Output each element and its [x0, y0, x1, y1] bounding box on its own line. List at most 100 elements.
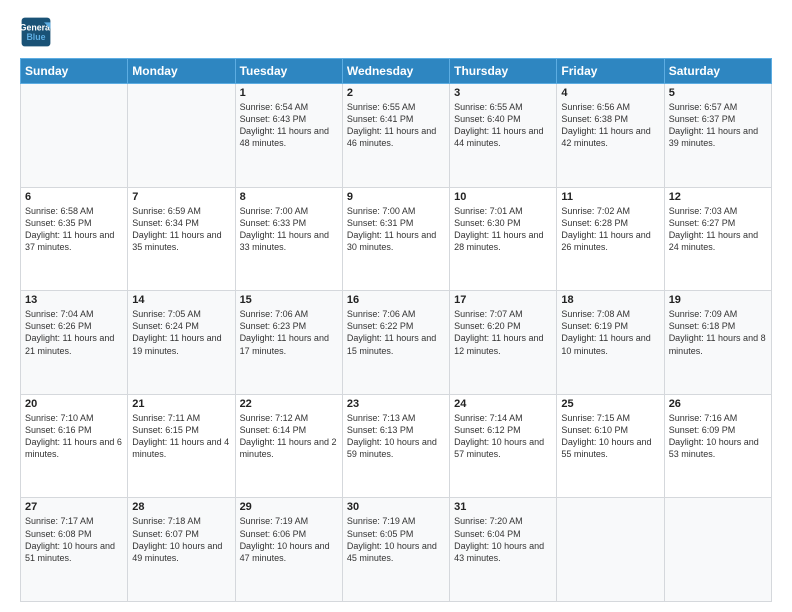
- calendar-cell: [128, 84, 235, 188]
- day-info: Sunrise: 7:20 AM Sunset: 6:04 PM Dayligh…: [454, 515, 552, 564]
- day-number: 31: [454, 501, 552, 513]
- day-of-week-header: Monday: [128, 59, 235, 84]
- calendar-cell: 14 Sunrise: 7:05 AM Sunset: 6:24 PM Dayli…: [128, 291, 235, 395]
- calendar-cell: 31 Sunrise: 7:20 AM Sunset: 6:04 PM Dayli…: [450, 498, 557, 602]
- day-info: Sunrise: 6:59 AM Sunset: 6:34 PM Dayligh…: [132, 205, 230, 254]
- calendar-week-row: 20 Sunrise: 7:10 AM Sunset: 6:16 PM Dayli…: [21, 394, 772, 498]
- calendar-cell: 13 Sunrise: 7:04 AM Sunset: 6:26 PM Dayli…: [21, 291, 128, 395]
- day-of-week-header: Wednesday: [342, 59, 449, 84]
- day-number: 2: [347, 87, 445, 99]
- day-number: 7: [132, 191, 230, 203]
- calendar-cell: 27 Sunrise: 7:17 AM Sunset: 6:08 PM Dayli…: [21, 498, 128, 602]
- day-number: 19: [669, 294, 767, 306]
- day-info: Sunrise: 7:11 AM Sunset: 6:15 PM Dayligh…: [132, 412, 230, 461]
- day-number: 23: [347, 398, 445, 410]
- calendar-cell: 2 Sunrise: 6:55 AM Sunset: 6:41 PM Daylig…: [342, 84, 449, 188]
- calendar-week-row: 1Sunrise: 6:54 AM Sunset: 6:43 PM Daylig…: [21, 84, 772, 188]
- day-number: 27: [25, 501, 123, 513]
- calendar-cell: 9 Sunrise: 7:00 AM Sunset: 6:31 PM Daylig…: [342, 187, 449, 291]
- day-info: Sunrise: 6:55 AM Sunset: 6:41 PM Dayligh…: [347, 101, 445, 150]
- day-number: 5: [669, 87, 767, 99]
- day-info: Sunrise: 6:56 AM Sunset: 6:38 PM Dayligh…: [561, 101, 659, 150]
- day-number: 4: [561, 87, 659, 99]
- day-number: 25: [561, 398, 659, 410]
- page: General Blue SundayMondayTuesdayWednesda…: [0, 0, 792, 612]
- calendar-cell: 29 Sunrise: 7:19 AM Sunset: 6:06 PM Dayli…: [235, 498, 342, 602]
- day-number: 11: [561, 191, 659, 203]
- calendar-week-row: 6 Sunrise: 6:58 AM Sunset: 6:35 PM Daylig…: [21, 187, 772, 291]
- calendar-cell: 7 Sunrise: 6:59 AM Sunset: 6:34 PM Daylig…: [128, 187, 235, 291]
- day-number: 30: [347, 501, 445, 513]
- calendar-cell: 5 Sunrise: 6:57 AM Sunset: 6:37 PM Daylig…: [664, 84, 771, 188]
- day-info: Sunrise: 7:04 AM Sunset: 6:26 PM Dayligh…: [25, 308, 123, 357]
- day-info: Sunrise: 6:57 AM Sunset: 6:37 PM Dayligh…: [669, 101, 767, 150]
- day-info: Sunrise: 7:02 AM Sunset: 6:28 PM Dayligh…: [561, 205, 659, 254]
- calendar-cell: 19Sunrise: 7:09 AM Sunset: 6:18 PM Dayli…: [664, 291, 771, 395]
- day-info: Sunrise: 7:05 AM Sunset: 6:24 PM Dayligh…: [132, 308, 230, 357]
- day-of-week-header: Friday: [557, 59, 664, 84]
- calendar-cell: 10Sunrise: 7:01 AM Sunset: 6:30 PM Dayli…: [450, 187, 557, 291]
- day-number: 18: [561, 294, 659, 306]
- day-info: Sunrise: 7:07 AM Sunset: 6:20 PM Dayligh…: [454, 308, 552, 357]
- calendar-cell: [557, 498, 664, 602]
- calendar-cell: 21 Sunrise: 7:11 AM Sunset: 6:15 PM Dayli…: [128, 394, 235, 498]
- day-info: Sunrise: 7:10 AM Sunset: 6:16 PM Dayligh…: [25, 412, 123, 461]
- day-info: Sunrise: 7:13 AM Sunset: 6:13 PM Dayligh…: [347, 412, 445, 461]
- calendar-cell: 17 Sunrise: 7:07 AM Sunset: 6:20 PM Dayli…: [450, 291, 557, 395]
- calendar-cell: [664, 498, 771, 602]
- calendar-cell: 8Sunrise: 7:00 AM Sunset: 6:33 PM Daylig…: [235, 187, 342, 291]
- day-number: 13: [25, 294, 123, 306]
- day-number: 17: [454, 294, 552, 306]
- calendar-cell: 25 Sunrise: 7:15 AM Sunset: 6:10 PM Dayli…: [557, 394, 664, 498]
- day-info: Sunrise: 7:00 AM Sunset: 6:31 PM Dayligh…: [347, 205, 445, 254]
- day-number: 15: [240, 294, 338, 306]
- day-info: Sunrise: 7:03 AM Sunset: 6:27 PM Dayligh…: [669, 205, 767, 254]
- calendar-cell: 24 Sunrise: 7:14 AM Sunset: 6:12 PM Dayli…: [450, 394, 557, 498]
- calendar-cell: 12 Sunrise: 7:03 AM Sunset: 6:27 PM Dayli…: [664, 187, 771, 291]
- calendar-cell: 23 Sunrise: 7:13 AM Sunset: 6:13 PM Dayli…: [342, 394, 449, 498]
- day-header-row: SundayMondayTuesdayWednesdayThursdayFrid…: [21, 59, 772, 84]
- svg-text:Blue: Blue: [26, 32, 45, 42]
- calendar-cell: 3 Sunrise: 6:55 AM Sunset: 6:40 PM Daylig…: [450, 84, 557, 188]
- day-number: 12: [669, 191, 767, 203]
- calendar-cell: 28 Sunrise: 7:18 AM Sunset: 6:07 PM Dayli…: [128, 498, 235, 602]
- day-info: Sunrise: 7:19 AM Sunset: 6:06 PM Dayligh…: [240, 515, 338, 564]
- day-number: 3: [454, 87, 552, 99]
- calendar-week-row: 13 Sunrise: 7:04 AM Sunset: 6:26 PM Dayli…: [21, 291, 772, 395]
- calendar-cell: 11 Sunrise: 7:02 AM Sunset: 6:28 PM Dayli…: [557, 187, 664, 291]
- header: General Blue: [20, 16, 772, 48]
- day-number: 14: [132, 294, 230, 306]
- day-number: 8: [240, 191, 338, 203]
- calendar-cell: 15 Sunrise: 7:06 AM Sunset: 6:23 PM Dayli…: [235, 291, 342, 395]
- calendar-cell: 30Sunrise: 7:19 AM Sunset: 6:05 PM Dayli…: [342, 498, 449, 602]
- calendar-cell: 1Sunrise: 6:54 AM Sunset: 6:43 PM Daylig…: [235, 84, 342, 188]
- calendar-cell: 20 Sunrise: 7:10 AM Sunset: 6:16 PM Dayli…: [21, 394, 128, 498]
- day-number: 16: [347, 294, 445, 306]
- day-number: 26: [669, 398, 767, 410]
- day-info: Sunrise: 7:15 AM Sunset: 6:10 PM Dayligh…: [561, 412, 659, 461]
- day-of-week-header: Sunday: [21, 59, 128, 84]
- day-info: Sunrise: 7:06 AM Sunset: 6:23 PM Dayligh…: [240, 308, 338, 357]
- day-number: 6: [25, 191, 123, 203]
- day-info: Sunrise: 7:08 AM Sunset: 6:19 PM Dayligh…: [561, 308, 659, 357]
- day-number: 21: [132, 398, 230, 410]
- day-info: Sunrise: 7:18 AM Sunset: 6:07 PM Dayligh…: [132, 515, 230, 564]
- calendar-cell: 26 Sunrise: 7:16 AM Sunset: 6:09 PM Dayli…: [664, 394, 771, 498]
- day-info: Sunrise: 6:55 AM Sunset: 6:40 PM Dayligh…: [454, 101, 552, 150]
- day-number: 28: [132, 501, 230, 513]
- day-number: 20: [25, 398, 123, 410]
- day-of-week-header: Thursday: [450, 59, 557, 84]
- day-number: 22: [240, 398, 338, 410]
- day-info: Sunrise: 7:17 AM Sunset: 6:08 PM Dayligh…: [25, 515, 123, 564]
- calendar-week-row: 27 Sunrise: 7:17 AM Sunset: 6:08 PM Dayli…: [21, 498, 772, 602]
- day-number: 9: [347, 191, 445, 203]
- calendar-cell: 18 Sunrise: 7:08 AM Sunset: 6:19 PM Dayli…: [557, 291, 664, 395]
- day-info: Sunrise: 7:14 AM Sunset: 6:12 PM Dayligh…: [454, 412, 552, 461]
- logo: General Blue: [20, 16, 56, 48]
- day-info: Sunrise: 6:58 AM Sunset: 6:35 PM Dayligh…: [25, 205, 123, 254]
- day-number: 24: [454, 398, 552, 410]
- calendar-table: SundayMondayTuesdayWednesdayThursdayFrid…: [20, 58, 772, 602]
- day-number: 29: [240, 501, 338, 513]
- calendar-cell: [21, 84, 128, 188]
- day-info: Sunrise: 7:16 AM Sunset: 6:09 PM Dayligh…: [669, 412, 767, 461]
